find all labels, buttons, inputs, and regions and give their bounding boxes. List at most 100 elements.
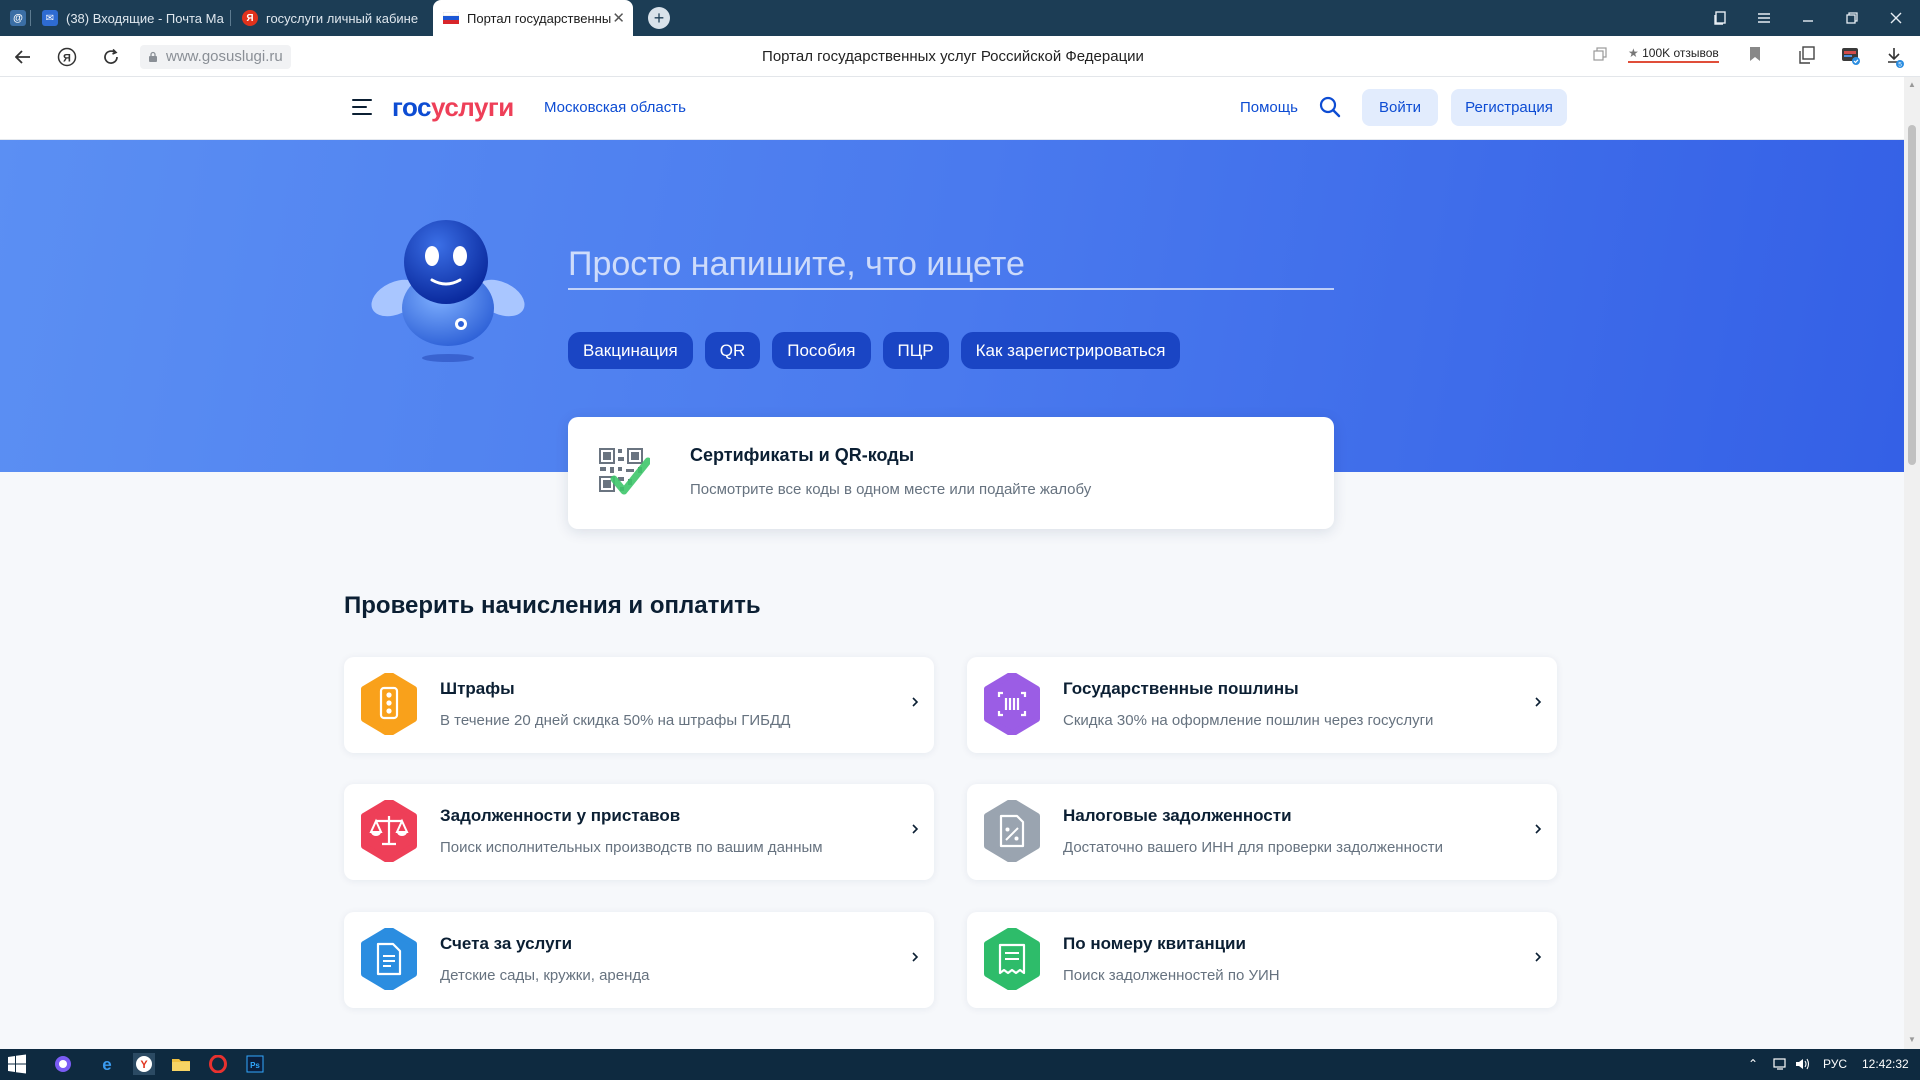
- minimize-icon[interactable]: [1786, 0, 1830, 36]
- bookmark-icon[interactable]: [1744, 46, 1766, 68]
- region-selector[interactable]: Московская область: [544, 99, 686, 116]
- scroll-up-arrow-icon[interactable]: ▲: [1907, 80, 1917, 90]
- robot-assistant-icon: [371, 220, 525, 362]
- tray-overflow-chevron-icon[interactable]: ⌃: [1748, 1057, 1758, 1071]
- certificates-card[interactable]: Сертификаты и QR-коды Посмотрите все код…: [568, 417, 1334, 529]
- help-link[interactable]: Помощь: [1240, 99, 1298, 116]
- downloads-count-badge: 5: [1898, 62, 1902, 69]
- close-window-icon[interactable]: [1874, 0, 1918, 36]
- volume-icon[interactable]: [1792, 1053, 1814, 1075]
- chip-qr[interactable]: QR: [704, 332, 761, 369]
- windows-taskbar: e Y Ps ⌃ РУС 12:42:32: [0, 1049, 1920, 1080]
- back-arrow-icon[interactable]: [10, 44, 36, 70]
- card-receipt-number[interactable]: По номеру квитанции Поиск задолженностей…: [967, 912, 1557, 1008]
- url-text: www.gosuslugi.ru: [166, 48, 283, 65]
- language-indicator[interactable]: РУС: [1823, 1057, 1847, 1071]
- tab-label: Портал государственны: [467, 10, 612, 26]
- russia-flag-icon: [443, 10, 459, 26]
- star-icon: ★: [1628, 46, 1639, 60]
- chevron-right-icon: [1535, 697, 1542, 707]
- gosuslugi-logo[interactable]: госуслуги: [392, 92, 514, 123]
- svg-text:Ps: Ps: [250, 1061, 260, 1070]
- login-button[interactable]: Войти: [1362, 89, 1438, 126]
- new-tab-button[interactable]: +: [648, 7, 670, 29]
- card-tax-debts[interactable]: Налоговые задолженности Достаточно вашег…: [967, 784, 1557, 880]
- logo-part-gos: гос: [392, 92, 432, 122]
- url-field[interactable]: www.gosuslugi.ru: [140, 45, 291, 69]
- windows-start-icon[interactable]: [6, 1053, 28, 1075]
- system-clock[interactable]: 12:42:32: [1862, 1057, 1909, 1071]
- envelope-icon: ✉: [42, 10, 58, 26]
- chip-how-to-register[interactable]: Как зарегистрироваться: [960, 332, 1181, 369]
- payments-section-title: Проверить начисления и оплатить: [344, 592, 761, 619]
- yandex-icon: Я: [242, 10, 258, 26]
- invoice-icon: [361, 928, 417, 990]
- bookmarks-collection-icon[interactable]: [1796, 46, 1818, 68]
- page-scrollbar[interactable]: ▲ ▼: [1904, 77, 1920, 1049]
- copy-link-icon[interactable]: [1589, 46, 1611, 68]
- receipt-icon: [984, 928, 1040, 990]
- chip-benefits[interactable]: Пособия: [772, 332, 871, 369]
- reviews-badge[interactable]: ★ 100K отзывов: [1628, 46, 1719, 63]
- logo-part-uslugi: услуги: [431, 92, 514, 122]
- opera-browser-icon[interactable]: [207, 1053, 229, 1075]
- tab-gosuslugi[interactable]: Портал государственны ✕: [433, 0, 633, 36]
- quick-search-chips: Вакцинация QR Пособия ПЦР Как зарегистри…: [568, 332, 1181, 369]
- card-description: Достаточно вашего ИНН для проверки задол…: [1063, 839, 1443, 856]
- address-bar: Я www.gosuslugi.ru Портал государственны…: [0, 36, 1920, 77]
- card-state-duties[interactable]: Государственные пошлины Скидка 30% на оф…: [967, 657, 1557, 753]
- card-title: Задолженности у приставов: [440, 806, 681, 825]
- tab-separator: [230, 10, 231, 26]
- card-bailiff-debts[interactable]: Задолженности у приставов Поиск исполнит…: [344, 784, 934, 880]
- tab-separator: [30, 10, 31, 26]
- yandex-home-icon[interactable]: Я: [54, 44, 80, 70]
- search-icon[interactable]: [1318, 95, 1342, 119]
- card-description: В течение 20 дней скидка 50% на штрафы Г…: [440, 712, 791, 729]
- browser-tab-bar: @ ✉ (38) Входящие - Почта Ма Я госуслуги…: [0, 0, 1920, 36]
- scales-icon: [361, 800, 417, 862]
- tax-document-icon: [984, 800, 1040, 862]
- downloads-icon[interactable]: 5: [1884, 46, 1906, 69]
- extension-icon[interactable]: [1840, 46, 1862, 68]
- tab-mail-inbox[interactable]: ✉ (38) Входящие - Почта Ма: [32, 0, 228, 36]
- chevron-right-icon: [912, 697, 919, 707]
- certificates-title: Сертификаты и QR-коды: [690, 445, 915, 465]
- card-service-bills[interactable]: Счета за услуги Детские сады, кружки, ар…: [344, 912, 934, 1008]
- reload-icon[interactable]: [98, 44, 124, 70]
- alice-assistant-icon[interactable]: [52, 1053, 74, 1075]
- certificates-description: Посмотрите все коды в одном месте или по…: [690, 481, 1092, 498]
- tab-label: (38) Входящие - Почта Ма: [66, 10, 224, 26]
- card-title: Налоговые задолженности: [1063, 806, 1292, 825]
- hamburger-menu-icon[interactable]: [352, 99, 372, 115]
- card-fines[interactable]: Штрафы В течение 20 дней скидка 50% на ш…: [344, 657, 934, 753]
- chip-pcr[interactable]: ПЦР: [882, 332, 949, 369]
- card-title: Штрафы: [440, 679, 515, 698]
- network-icon[interactable]: [1770, 1053, 1792, 1075]
- lock-icon: [149, 51, 157, 62]
- chevron-right-icon: [1535, 952, 1542, 962]
- tab-close-icon[interactable]: ✕: [612, 9, 625, 27]
- card-description: Детские сады, кружки, аренда: [440, 967, 650, 984]
- edge-browser-icon[interactable]: e: [96, 1053, 118, 1075]
- tabs-collection-icon[interactable]: [1698, 0, 1742, 36]
- search-input[interactable]: [568, 240, 1334, 290]
- chevron-right-icon: [912, 952, 919, 962]
- card-description: Поиск исполнительных производств по ваши…: [440, 839, 823, 856]
- photoshop-icon[interactable]: Ps: [244, 1053, 266, 1075]
- svg-text:Я: Я: [63, 53, 71, 65]
- restore-icon[interactable]: [1830, 0, 1874, 36]
- register-button[interactable]: Регистрация: [1451, 89, 1567, 126]
- chip-vaccination[interactable]: Вакцинация: [568, 332, 693, 369]
- menu-icon[interactable]: [1742, 0, 1786, 36]
- file-explorer-icon[interactable]: [170, 1053, 192, 1075]
- yandex-browser-icon[interactable]: Y: [133, 1053, 155, 1075]
- card-description: Скидка 30% на оформление пошлин через го…: [1063, 712, 1434, 729]
- traffic-light-icon: [361, 673, 417, 735]
- scrollbar-thumb[interactable]: [1908, 125, 1916, 465]
- tab-label: госуслуги личный кабине: [266, 10, 419, 26]
- chevron-right-icon: [1535, 824, 1542, 834]
- tab-pinned-mail[interactable]: @: [0, 0, 30, 36]
- tab-yandex-search[interactable]: Я госуслуги личный кабине: [232, 0, 428, 36]
- site-header: госуслуги Московская область Помощь Войт…: [0, 77, 1904, 140]
- scroll-down-arrow-icon[interactable]: ▼: [1907, 1035, 1917, 1045]
